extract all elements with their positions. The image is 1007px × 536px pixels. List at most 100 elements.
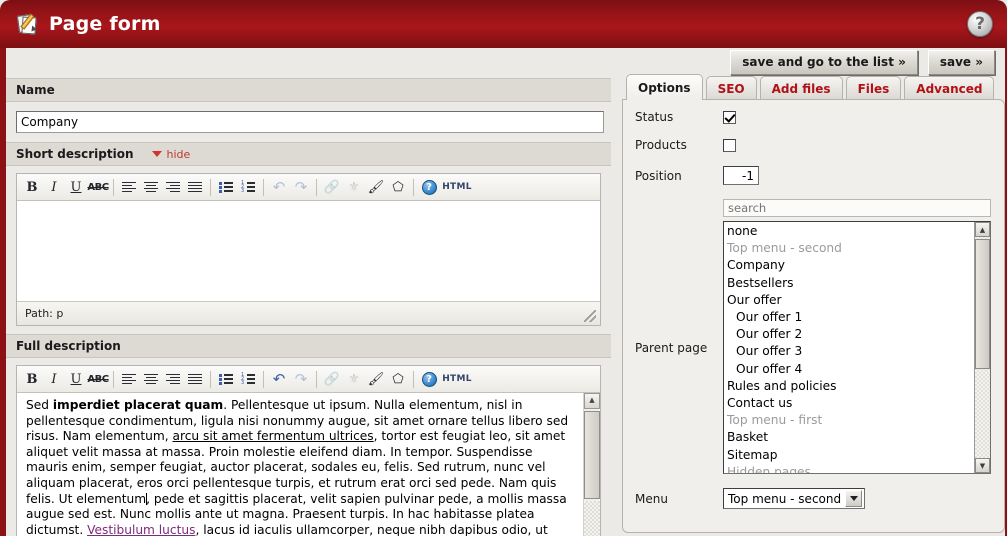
html-source-icon[interactable]: HTML: [440, 176, 474, 198]
full-editor-toolbar: B I U ABC 123 ↶ ↷ 🔗 ⚜ 🖌 ⬠ ? HTML: [17, 366, 600, 393]
list-item[interactable]: Bestsellers: [726, 275, 990, 292]
products-label: Products: [635, 138, 687, 152]
list-item[interactable]: Our offer 3: [726, 343, 990, 360]
help-icon[interactable]: ?: [418, 176, 440, 198]
fd-link-2[interactable]: Vestibulum luctus: [87, 523, 195, 536]
numbered-list-icon[interactable]: 123: [237, 176, 259, 198]
underline-icon[interactable]: U: [65, 176, 87, 198]
help-question-icon[interactable]: ?: [967, 11, 993, 37]
parent-page-listbox[interactable]: none Top menu - second Company Bestselle…: [723, 221, 991, 474]
full-description-editor: B I U ABC 123 ↶ ↷ 🔗 ⚜ 🖌 ⬠ ? HTML Sed imp…: [16, 365, 601, 536]
paint-format-icon[interactable]: 🖌: [365, 368, 387, 390]
products-row: Products: [635, 138, 992, 152]
bold-icon[interactable]: B: [21, 176, 43, 198]
list-item[interactable]: Our offer 2: [726, 326, 990, 343]
fd-link-1[interactable]: arcu sit amet fermentum ultrices: [173, 429, 374, 443]
menu-selected-value: Top menu - second: [728, 491, 842, 506]
align-right-icon[interactable]: [162, 176, 184, 198]
redo-icon[interactable]: ↷: [290, 176, 312, 198]
scroll-up-icon[interactable]: ▲: [584, 393, 600, 409]
list-item[interactable]: Our offer 1: [726, 309, 990, 326]
undo-icon[interactable]: ↶: [268, 176, 290, 198]
list-item[interactable]: Top menu - first: [726, 412, 990, 429]
align-center-icon[interactable]: [140, 368, 162, 390]
status-row: Status: [635, 110, 992, 124]
save-and-go-to-list-button[interactable]: save and go to the list »: [730, 50, 918, 75]
eraser-icon[interactable]: ⬠: [387, 176, 409, 198]
undo-icon[interactable]: ↶: [268, 368, 290, 390]
scrollbar-trough[interactable]: [584, 501, 600, 536]
list-item[interactable]: Hidden pages: [726, 464, 990, 473]
numbered-list-icon[interactable]: 123: [237, 368, 259, 390]
window-titlebar: Page form ?: [0, 0, 1007, 48]
list-item[interactable]: Sitemap: [726, 447, 990, 464]
search-input[interactable]: [723, 199, 991, 217]
parent-page-label: Parent page: [635, 340, 708, 355]
tab-add-files[interactable]: Add files: [759, 76, 843, 100]
tab-advanced[interactable]: Advanced: [904, 76, 995, 100]
insert-link-icon[interactable]: 🔗: [321, 368, 343, 390]
name-input[interactable]: [16, 111, 604, 133]
unlink-icon[interactable]: ⚜: [343, 368, 365, 390]
scrollbar-thumb[interactable]: [584, 411, 600, 499]
list-item[interactable]: Rules and policies: [726, 378, 990, 395]
menu-select[interactable]: Top menu - second: [723, 488, 866, 509]
underline-icon[interactable]: U: [65, 368, 87, 390]
align-center-icon[interactable]: [140, 176, 162, 198]
align-justify-icon[interactable]: [184, 176, 206, 198]
html-source-icon[interactable]: HTML: [440, 368, 474, 390]
scroll-up-icon[interactable]: ▲: [975, 222, 990, 237]
resize-handle-icon[interactable]: [584, 310, 596, 322]
bold-icon[interactable]: B: [21, 368, 43, 390]
align-left-icon[interactable]: [118, 368, 140, 390]
name-field-wrap: [6, 102, 611, 142]
help-icon[interactable]: ?: [418, 368, 440, 390]
paint-format-icon[interactable]: 🖌: [365, 176, 387, 198]
list-item[interactable]: Contact us: [726, 395, 990, 412]
list-item[interactable]: Our offer 4: [726, 361, 990, 378]
list-item[interactable]: none: [726, 223, 990, 240]
strikethrough-icon[interactable]: ABC: [87, 176, 109, 198]
chevron-down-icon: [151, 151, 162, 157]
list-item[interactable]: Top menu - second: [726, 240, 990, 257]
hide-label: hide: [166, 147, 191, 161]
products-checkbox[interactable]: [723, 138, 736, 152]
tab-seo[interactable]: SEO: [705, 76, 757, 100]
align-left-icon[interactable]: [118, 176, 140, 198]
italic-icon[interactable]: I: [43, 368, 65, 390]
name-section-header: Name: [6, 78, 611, 102]
strikethrough-icon[interactable]: ABC: [87, 368, 109, 390]
save-button[interactable]: save »: [927, 50, 995, 75]
parent-page-scrollbar[interactable]: ▲ ▼: [974, 222, 990, 473]
scrollbar-thumb[interactable]: [975, 239, 990, 369]
short-description-hide-toggle[interactable]: hide: [151, 147, 191, 161]
page-title: Page form: [49, 13, 161, 35]
list-item[interactable]: Company: [726, 257, 990, 274]
chevron-down-icon[interactable]: [845, 490, 863, 507]
toolbar-separator: [413, 178, 414, 196]
bullet-list-icon[interactable]: [215, 176, 237, 198]
short-description-textarea[interactable]: [17, 201, 600, 301]
eraser-icon[interactable]: ⬠: [387, 368, 409, 390]
full-description-header: Full description: [6, 334, 611, 358]
toolbar-separator: [316, 370, 317, 388]
full-description-label: Full description: [16, 339, 121, 353]
align-right-icon[interactable]: [162, 368, 184, 390]
tab-options[interactable]: Options: [626, 74, 703, 100]
list-item[interactable]: Our offer: [726, 292, 990, 309]
italic-icon[interactable]: I: [43, 176, 65, 198]
redo-icon[interactable]: ↷: [290, 368, 312, 390]
insert-link-icon[interactable]: 🔗: [321, 176, 343, 198]
fd-text-1: Sed: [26, 398, 53, 412]
bullet-list-icon[interactable]: [215, 368, 237, 390]
full-description-scrollbar[interactable]: ▲: [583, 393, 600, 536]
full-description-textarea[interactable]: Sed imperdiet placerat quam. Pellentesqu…: [17, 393, 600, 536]
position-input[interactable]: [723, 166, 759, 185]
align-justify-icon[interactable]: [184, 368, 206, 390]
scroll-down-icon[interactable]: ▼: [975, 458, 990, 473]
right-column: Options SEO Add files Files Advanced Sta…: [622, 74, 1005, 536]
status-checkbox[interactable]: [723, 110, 736, 124]
unlink-icon[interactable]: ⚜: [343, 176, 365, 198]
list-item[interactable]: Basket: [726, 429, 990, 446]
tab-files[interactable]: Files: [845, 76, 902, 100]
